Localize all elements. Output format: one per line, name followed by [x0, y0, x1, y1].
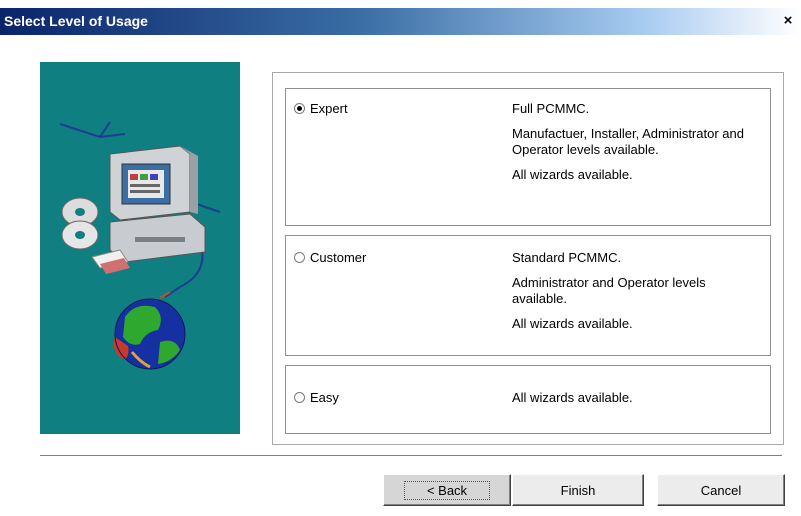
- wizard-illustration: [40, 62, 240, 434]
- finish-button[interactable]: Finish: [512, 474, 644, 506]
- cancel-button-label: Cancel: [700, 482, 742, 498]
- option-description-line: Standard PCMMC.: [512, 250, 622, 265]
- option-description-line: Full PCMMC.: [512, 101, 590, 116]
- option-description-line: Administrator and Operator levels availa…: [512, 275, 706, 306]
- radio-expert[interactable]: Expert: [294, 101, 348, 116]
- radio-easy[interactable]: Easy: [294, 390, 339, 405]
- window-title: Select Level of Usage: [4, 13, 148, 29]
- button-separator: [40, 455, 782, 457]
- radio-customer[interactable]: Customer: [294, 250, 366, 265]
- option-expert: Expert Full PCMMC. Manufactuer, Installe…: [285, 88, 771, 226]
- option-description-line: Manufactuer, Installer, Administrator an…: [512, 126, 744, 157]
- option-easy-label: Easy: [310, 390, 339, 405]
- radio-unchecked-icon[interactable]: [294, 252, 305, 263]
- radio-unchecked-icon[interactable]: [294, 392, 305, 403]
- option-expert-description: Full PCMMC. Manufactuer, Installer, Admi…: [512, 101, 762, 192]
- globe-icon: [113, 298, 186, 370]
- option-easy: Easy All wizards available.: [285, 365, 771, 434]
- option-customer-description: Standard PCMMC. Administrator and Operat…: [512, 250, 762, 341]
- option-customer: Customer Standard PCMMC. Administrator a…: [285, 235, 771, 356]
- option-description-line: All wizards available.: [512, 390, 633, 405]
- title-bar: Select Level of Usage ×: [0, 8, 801, 35]
- cancel-button[interactable]: Cancel: [657, 474, 785, 506]
- close-icon[interactable]: ×: [779, 12, 797, 30]
- back-button-focus: < Back: [403, 480, 491, 500]
- finish-button-label: Finish: [560, 482, 596, 498]
- option-easy-description: All wizards available.: [512, 390, 762, 415]
- illustration-graphic: [59, 121, 221, 370]
- computer-icon: [109, 145, 206, 263]
- back-arrow: <: [426, 482, 439, 498]
- radio-checked-icon[interactable]: [294, 103, 305, 114]
- back-button[interactable]: < Back: [383, 474, 511, 506]
- option-description-line: All wizards available.: [512, 167, 633, 182]
- back-button-label: Back: [438, 482, 468, 498]
- option-description-line: All wizards available.: [512, 316, 633, 331]
- option-expert-label: Expert: [310, 101, 348, 116]
- option-customer-label: Customer: [310, 250, 367, 265]
